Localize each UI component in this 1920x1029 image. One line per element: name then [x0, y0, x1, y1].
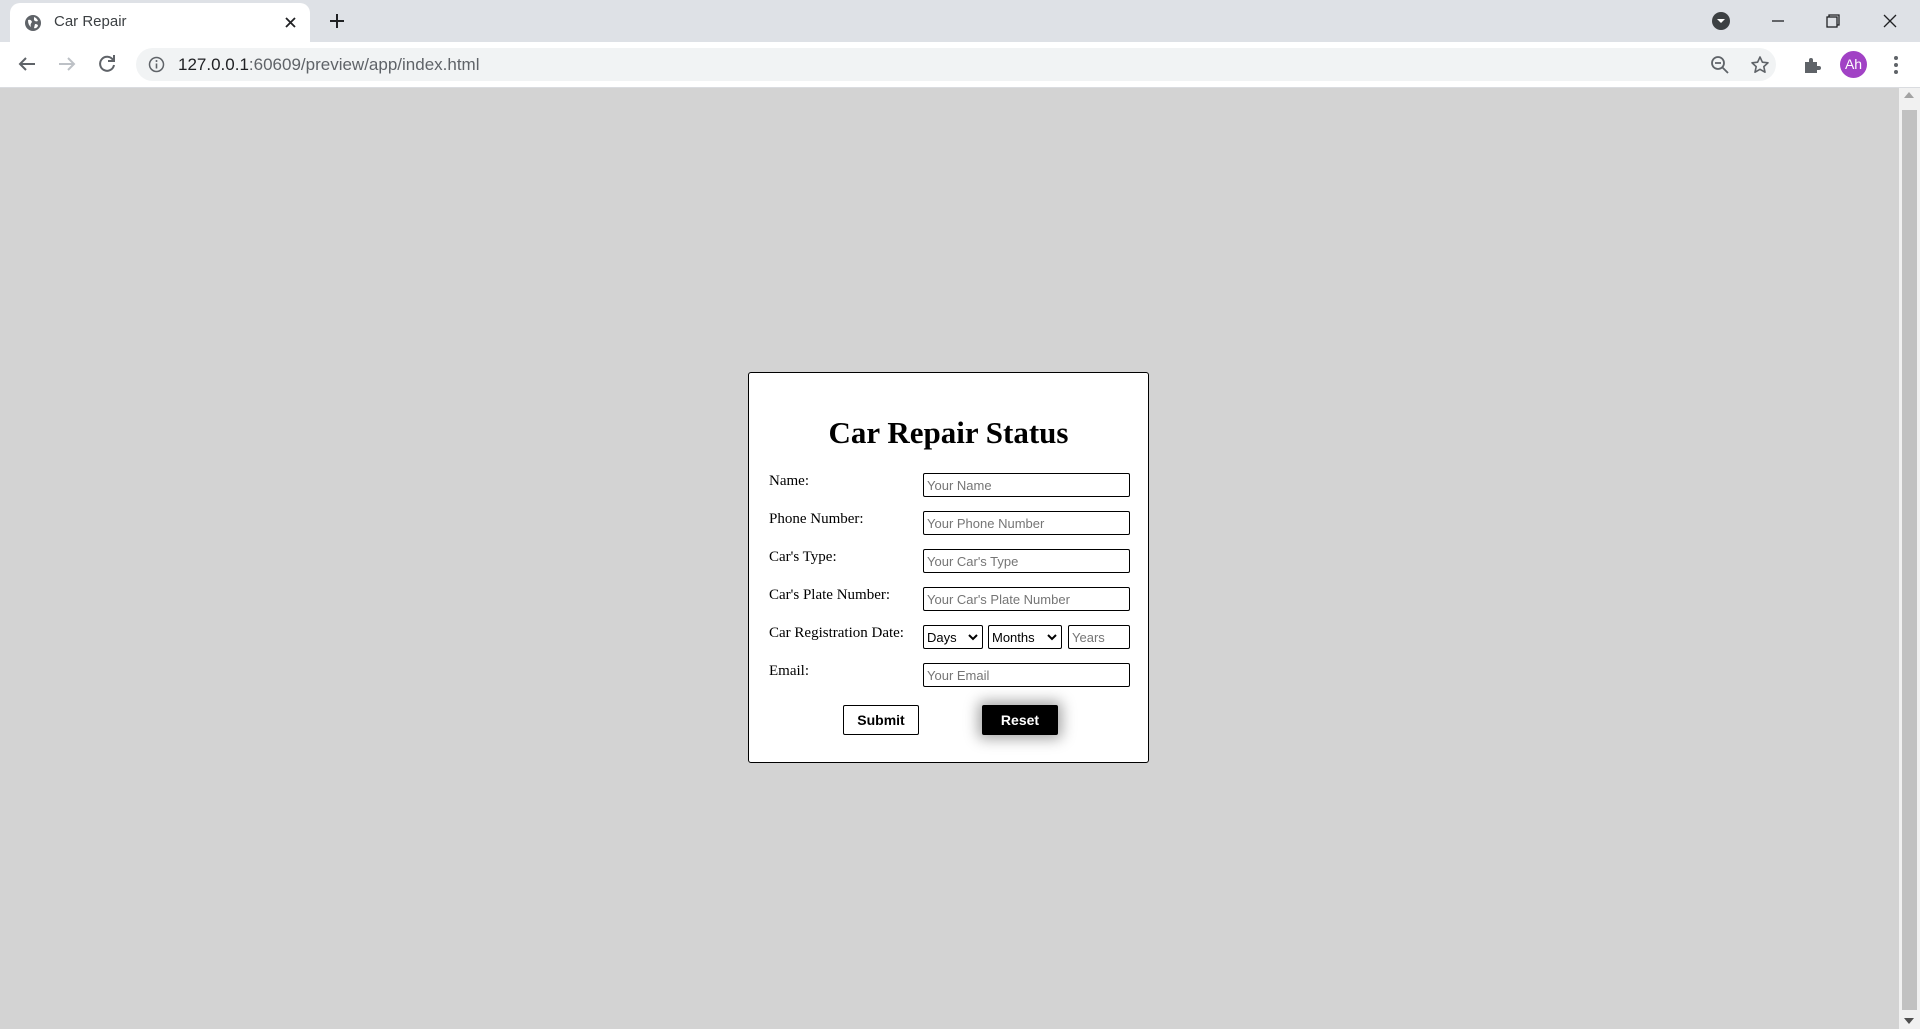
reset-button[interactable]: Reset: [982, 705, 1058, 735]
more-menu-icon[interactable]: [1884, 53, 1908, 77]
plate-input[interactable]: [923, 587, 1130, 611]
chevron-down-icon: [968, 634, 978, 641]
url-path: :60609/preview/app/index.html: [248, 55, 480, 74]
name-input[interactable]: [923, 473, 1130, 497]
back-icon[interactable]: [15, 52, 39, 76]
chevron-down-icon: [1047, 634, 1057, 641]
days-select[interactable]: Days: [923, 625, 983, 649]
profile-avatar[interactable]: Ah: [1840, 51, 1867, 78]
vertical-scrollbar[interactable]: [1899, 88, 1920, 1029]
car-type-label: Car's Type:: [769, 549, 837, 565]
scroll-down-arrow-icon[interactable]: [1904, 1018, 1914, 1024]
forward-icon[interactable]: [55, 52, 79, 76]
reload-icon[interactable]: [95, 52, 119, 76]
phone-input[interactable]: [923, 511, 1130, 535]
days-select-value: Days: [927, 629, 957, 645]
years-input[interactable]: [1068, 625, 1130, 649]
extensions-puzzle-icon[interactable]: [1801, 54, 1823, 76]
car-type-input[interactable]: [923, 549, 1130, 573]
scroll-thumb[interactable]: [1902, 110, 1917, 1010]
tab-search-icon[interactable]: [1711, 11, 1731, 31]
registration-date-label: Car Registration Date:: [769, 625, 904, 641]
browser-tab[interactable]: Car Repair: [10, 3, 310, 42]
restore-icon[interactable]: [1820, 8, 1846, 34]
email-label: Email:: [769, 663, 809, 679]
email-input[interactable]: [923, 663, 1130, 687]
minimize-icon[interactable]: [1765, 8, 1791, 34]
new-tab-icon[interactable]: [326, 10, 348, 32]
bookmark-star-icon[interactable]: [1750, 55, 1770, 75]
submit-button[interactable]: Submit: [843, 705, 919, 735]
name-label: Name:: [769, 473, 809, 489]
address-bar[interactable]: 127.0.0.1:60609/preview/app/index.html: [136, 48, 1776, 81]
plate-label: Car's Plate Number:: [769, 587, 891, 603]
tab-title: Car Repair: [54, 13, 127, 30]
url-host: 127.0.0.1: [178, 55, 249, 74]
globe-icon: [25, 15, 41, 31]
url-text: 127.0.0.1:60609/preview/app/index.html: [178, 55, 480, 75]
tab-strip: Car Repair: [0, 0, 1920, 42]
site-info-icon[interactable]: [148, 56, 165, 73]
zoom-out-icon[interactable]: [1710, 55, 1730, 75]
months-select[interactable]: Months: [988, 625, 1062, 649]
phone-label: Phone Number:: [769, 511, 864, 527]
form-title: Car Repair Status: [828, 415, 1069, 450]
close-tab-icon[interactable]: [282, 14, 299, 31]
close-window-icon[interactable]: [1877, 8, 1903, 34]
months-select-value: Months: [992, 629, 1035, 645]
scroll-up-arrow-icon[interactable]: [1904, 92, 1914, 98]
car-repair-form: Car Repair Status Name: Phone Number: Ca…: [748, 372, 1149, 763]
browser-toolbar: 127.0.0.1:60609/preview/app/index.html A…: [0, 42, 1920, 88]
